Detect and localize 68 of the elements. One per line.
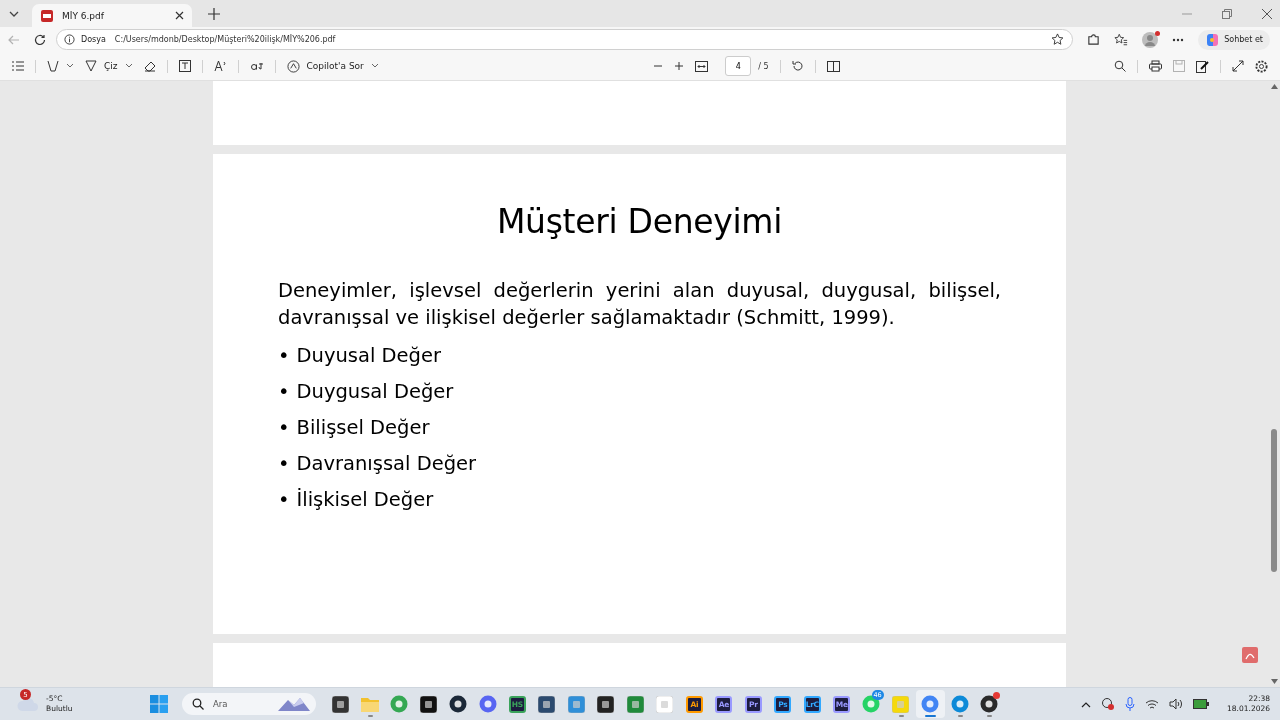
star-icon[interactable]: [1051, 33, 1065, 46]
bullet-mark: •: [278, 343, 290, 367]
bullet-text: Davranışsal Değer: [296, 451, 477, 475]
slide-paragraph: Deneyimler, işlevsel değerlerin yerini alan duyusal, duygusal, bilişsel, davranışsal ve ilişkisel değerler sağlamaktadır (Schmitt, 1999).: [278, 278, 1001, 331]
info-icon: [64, 34, 75, 45]
close-icon[interactable]: [1262, 8, 1272, 19]
microphone-icon[interactable]: [1125, 697, 1136, 711]
rotate-icon[interactable]: [791, 60, 804, 72]
browser-tab[interactable]: MİY 6.pdf: [32, 4, 192, 27]
caret-icon: [370, 63, 379, 69]
settings-icon[interactable]: [1255, 59, 1268, 73]
windows-start-icon[interactable]: [150, 695, 169, 713]
bullet-text: Bilişsel Değer: [296, 415, 430, 439]
translate-icon[interactable]: [249, 60, 264, 72]
highlighter-icon: [47, 60, 59, 72]
bullet-mark: •: [278, 415, 290, 439]
draw-button[interactable]: Çiz: [85, 60, 133, 72]
scheme-label: Dosya: [81, 35, 106, 44]
mountain-icon: [278, 697, 311, 711]
copilot-icon: [1205, 32, 1220, 47]
volume-icon[interactable]: [1169, 698, 1184, 710]
taskbar-search-field[interactable]: Ara: [182, 693, 317, 715]
read-aloud-icon[interactable]: [213, 60, 227, 72]
more-icon[interactable]: [1172, 37, 1185, 42]
page-view-icon[interactable]: [826, 60, 840, 72]
pen-icon: [85, 60, 97, 72]
copilot-button[interactable]: Sohbet et: [1198, 29, 1270, 50]
page-count: / 5: [758, 61, 769, 71]
edit-page-icon[interactable]: [1196, 59, 1209, 73]
bullet-mark: •: [278, 379, 290, 403]
search-icon: [192, 698, 205, 710]
bullet-text: İlişkisel Değer: [296, 487, 434, 511]
eraser-icon[interactable]: [143, 60, 156, 72]
contents-icon[interactable]: [12, 61, 24, 71]
url-text: C:/Users/mdonb/Desktop/Müşteri%20ilişk/MİY%206.pdf: [114, 35, 336, 44]
profile-avatar-icon[interactable]: [1142, 31, 1159, 48]
restore-icon[interactable]: [1222, 8, 1232, 19]
wifi-icon[interactable]: [1145, 698, 1160, 710]
bullet-mark: •: [278, 451, 290, 475]
text-box-icon[interactable]: [178, 60, 191, 72]
address-field[interactable]: Dosya C:/Users/mdonb/Desktop/Müşteri%20ilişk/MİY%206.pdf: [56, 29, 1074, 50]
zoom-in-icon[interactable]: [674, 61, 685, 71]
bullet-text: Duygusal Değer: [296, 379, 454, 403]
bullet-text: Duyusal Değer: [296, 343, 441, 367]
fullscreen-icon[interactable]: [1232, 60, 1244, 72]
print-icon[interactable]: [1149, 60, 1162, 72]
ask-copilot-button[interactable]: Copilot'a Sor: [286, 59, 379, 73]
highlight-button[interactable]: [47, 60, 74, 72]
refresh-icon[interactable]: [34, 33, 46, 46]
chevron-up-icon[interactable]: [1081, 700, 1092, 708]
battery-icon[interactable]: [1193, 699, 1210, 709]
scroll-down-icon[interactable]: [1270, 679, 1278, 684]
search-icon[interactable]: [1114, 60, 1126, 72]
caret-icon: [124, 63, 133, 69]
page-number-field[interactable]: 4: [725, 56, 752, 76]
close-icon[interactable]: [175, 11, 184, 20]
caret-icon: [66, 63, 74, 69]
scrollbar[interactable]: [1268, 81, 1280, 687]
network-off-icon[interactable]: [1101, 697, 1116, 711]
copilot-icon: [286, 59, 300, 73]
favorites-icon[interactable]: [1114, 33, 1129, 46]
tab-title: MİY 6.pdf: [62, 10, 105, 21]
new-tab-icon[interactable]: [208, 7, 220, 20]
scroll-up-icon[interactable]: [1270, 84, 1278, 89]
slide-title: Müşteri Deneyimi: [495, 202, 784, 241]
fit-width-icon[interactable]: [695, 60, 709, 72]
scroll-thumb[interactable]: [1271, 429, 1277, 572]
bullet-mark: •: [278, 487, 290, 511]
